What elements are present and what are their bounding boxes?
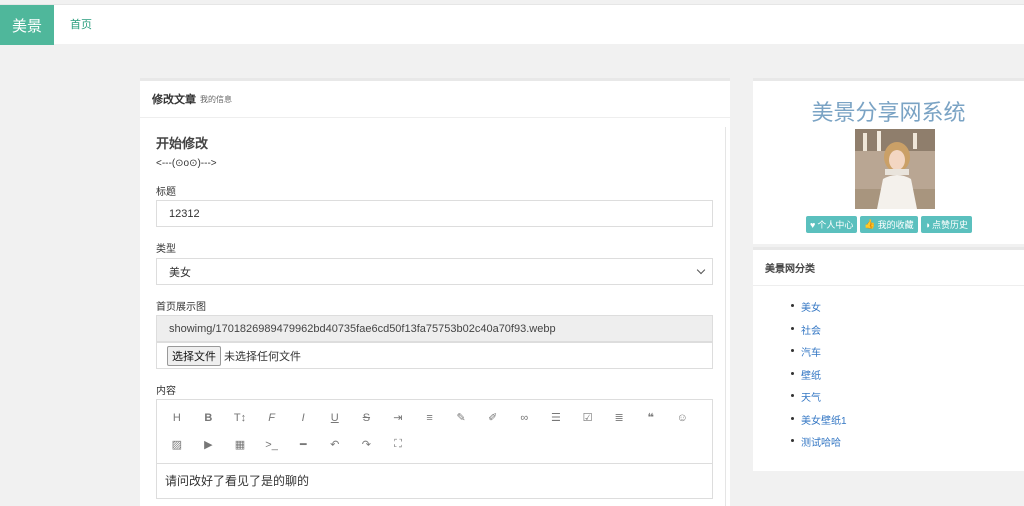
personal-center-label: 个人中心: [817, 220, 854, 230]
category-item[interactable]: 社会: [791, 322, 847, 345]
code-icon[interactable]: >_: [256, 431, 288, 458]
pen-icon[interactable]: ✎: [445, 404, 477, 431]
title-input[interactable]: 12312: [156, 200, 713, 227]
heading-icon[interactable]: H: [161, 404, 193, 431]
fullscreen-icon[interactable]: ⛶: [382, 431, 414, 458]
type-select[interactable]: 美女: [156, 258, 713, 285]
category-list: 美女 社会 汽车 壁纸 天气 美女壁纸1 测试哈哈: [791, 299, 847, 457]
decoration-text: <---(⊙o⊙)--->: [156, 158, 217, 169]
category-item[interactable]: 测试哈哈: [791, 434, 847, 457]
avatar-image: [855, 129, 935, 209]
content-label: 内容: [156, 386, 176, 397]
video-icon[interactable]: ▶: [193, 431, 225, 458]
rich-text-editor: H B T↕ F I U S ⇥ ≡ ✎ ✐ ∞ ☰ ☑ ≣ ❝ ☺ ▨ ▶ ▦: [156, 399, 713, 499]
avatar: [855, 129, 935, 209]
redo-icon[interactable]: ↷: [351, 431, 383, 458]
list-icon[interactable]: ☰: [540, 404, 572, 431]
chevron-down-icon: [696, 265, 706, 275]
emoji-icon[interactable]: ☺: [667, 404, 699, 431]
file-upload: 选择文件 未选择任何文件: [156, 342, 713, 369]
quote-icon[interactable]: ❝: [635, 404, 667, 431]
checkbox-icon[interactable]: ☑: [572, 404, 604, 431]
editor-content[interactable]: 请问改好了看见了是的聊的: [157, 464, 712, 497]
editor-toolbar: H B T↕ F I U S ⇥ ≡ ✎ ✐ ∞ ☰ ☑ ≣ ❝ ☺ ▨ ▶ ▦: [157, 400, 712, 464]
undo-icon[interactable]: ↶: [319, 431, 351, 458]
strikethrough-icon[interactable]: S: [351, 404, 383, 431]
thumbs-up-icon: 👍: [864, 219, 876, 229]
site-profile-card: 美景分享网系统 ♥ 个人中心 👍 我的收藏 ◑ 点赞历史: [753, 78, 1024, 244]
brush-icon[interactable]: ✐: [477, 404, 509, 431]
table-icon[interactable]: ▦: [224, 431, 256, 458]
heart-icon: ♥: [810, 219, 816, 230]
type-select-value: 美女: [169, 266, 191, 279]
category-item[interactable]: 天气: [791, 389, 847, 412]
category-item[interactable]: 汽车: [791, 344, 847, 367]
image-path-value: showimg/1701826989479962bd40735fae6cd50f…: [169, 322, 556, 335]
file-status: 未选择任何文件: [224, 350, 301, 363]
italic-icon[interactable]: I: [287, 404, 319, 431]
bold-icon[interactable]: B: [193, 404, 225, 431]
like-history-button[interactable]: ◑ 点赞历史: [920, 216, 973, 233]
my-favorites-button[interactable]: 👍 我的收藏: [860, 216, 918, 233]
text-size-icon[interactable]: T↕: [224, 404, 256, 431]
title-input-value: 12312: [169, 207, 200, 220]
underline-icon[interactable]: U: [319, 404, 351, 431]
image-icon[interactable]: ▨: [161, 431, 193, 458]
site-title: 美景分享网系统: [811, 100, 966, 125]
image-label: 首页展示图: [156, 302, 206, 313]
personal-center-button[interactable]: ♥ 个人中心: [806, 216, 858, 233]
align-right-icon[interactable]: ≣: [603, 404, 635, 431]
panel-header: 修改文章 我的信息: [140, 81, 730, 118]
category-item[interactable]: 美女: [791, 299, 847, 322]
top-navbar: 美景 首页: [0, 4, 1024, 45]
font-icon[interactable]: F: [256, 404, 288, 431]
category-title: 美景网分类: [753, 250, 1024, 286]
my-favorites-label: 我的收藏: [877, 220, 914, 230]
category-panel: 美景网分类 美女 社会 汽车 壁纸 天气 美女壁纸1 测试哈哈: [753, 247, 1024, 471]
form-area: 开始修改 <---(⊙o⊙)---> 标题 12312 类型 美女 首页展示图 …: [140, 127, 726, 506]
hr-icon[interactable]: ━: [287, 431, 319, 458]
nav-home-link[interactable]: 首页: [70, 5, 92, 45]
align-icon[interactable]: ≡: [414, 404, 446, 431]
like-history-label: 点赞历史: [932, 220, 969, 230]
type-label: 类型: [156, 244, 176, 255]
link-icon[interactable]: ∞: [509, 404, 541, 431]
category-item[interactable]: 壁纸: [791, 367, 847, 390]
image-path-field[interactable]: showimg/1701826989479962bd40735fae6cd50f…: [156, 315, 713, 342]
half-circle-icon: ◑: [924, 219, 931, 230]
panel-subtitle: 我的信息: [200, 94, 232, 104]
title-label: 标题: [156, 187, 176, 198]
edit-article-panel: 修改文章 我的信息 开始修改 <---(⊙o⊙)---> 标题 12312 类型…: [140, 78, 730, 506]
form-title: 开始修改: [156, 136, 209, 151]
choose-file-button[interactable]: 选择文件: [167, 345, 221, 366]
profile-buttons: ♥ 个人中心 👍 我的收藏 ◑ 点赞历史: [806, 216, 973, 233]
panel-title: 修改文章: [152, 94, 196, 106]
logo[interactable]: 美景: [0, 5, 54, 45]
indent-icon[interactable]: ⇥: [382, 404, 414, 431]
category-item[interactable]: 美女壁纸1: [791, 412, 847, 435]
